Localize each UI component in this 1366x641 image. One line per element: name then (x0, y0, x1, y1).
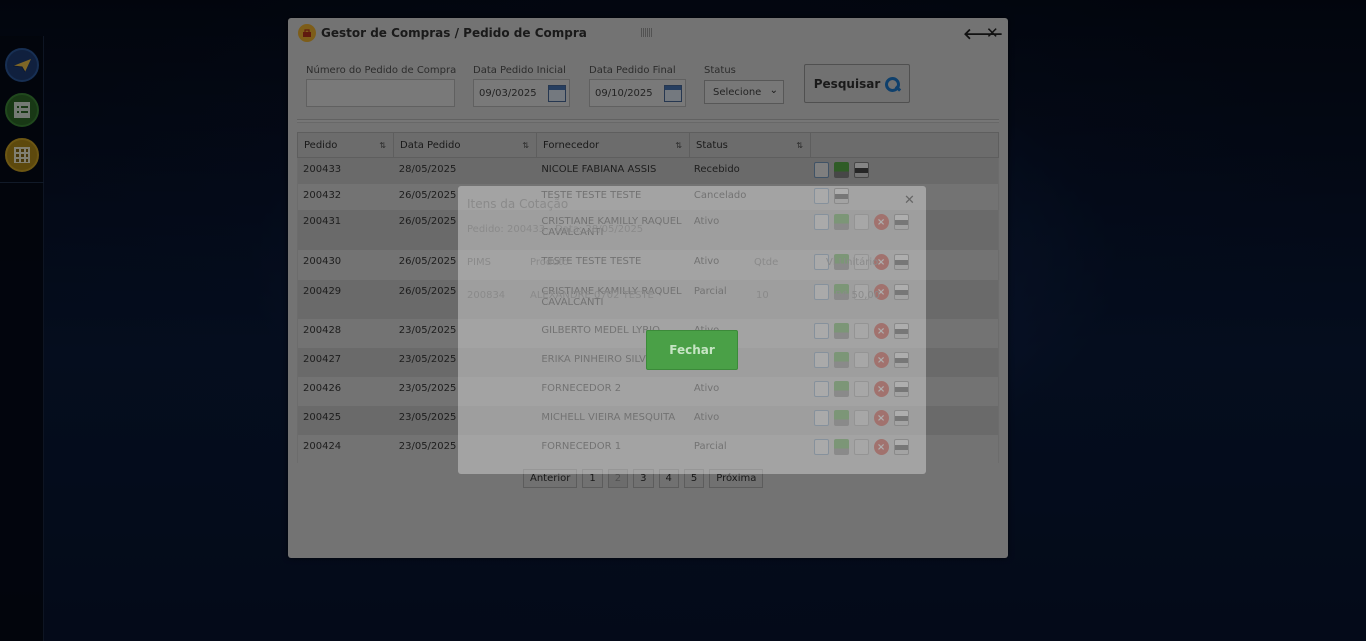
item-vl-unitario: R$ 50,00 (835, 290, 881, 301)
column-header-qtde: Qtde (754, 257, 779, 268)
quotation-items-dialog: Itens da Cotação ✕ Pedido: 200433 - Data… (458, 186, 926, 474)
column-header-pims: PIMS (467, 257, 491, 268)
dialog-title: Itens da Cotação (467, 197, 569, 211)
dialog-subtitle: Pedido: 200433 - Data: 28/05/2025 (467, 224, 644, 235)
column-header-produto: Produto (530, 257, 569, 268)
column-header-vl-unitario: Vl Unitário (826, 257, 879, 268)
item-produto: ALEXANDRE 0702 TESTE (530, 290, 654, 301)
item-pims: 200834 (467, 290, 506, 301)
item-qtde: 10 (756, 290, 769, 301)
close-icon[interactable]: ✕ (904, 193, 915, 208)
close-button[interactable]: Fechar (646, 330, 738, 370)
